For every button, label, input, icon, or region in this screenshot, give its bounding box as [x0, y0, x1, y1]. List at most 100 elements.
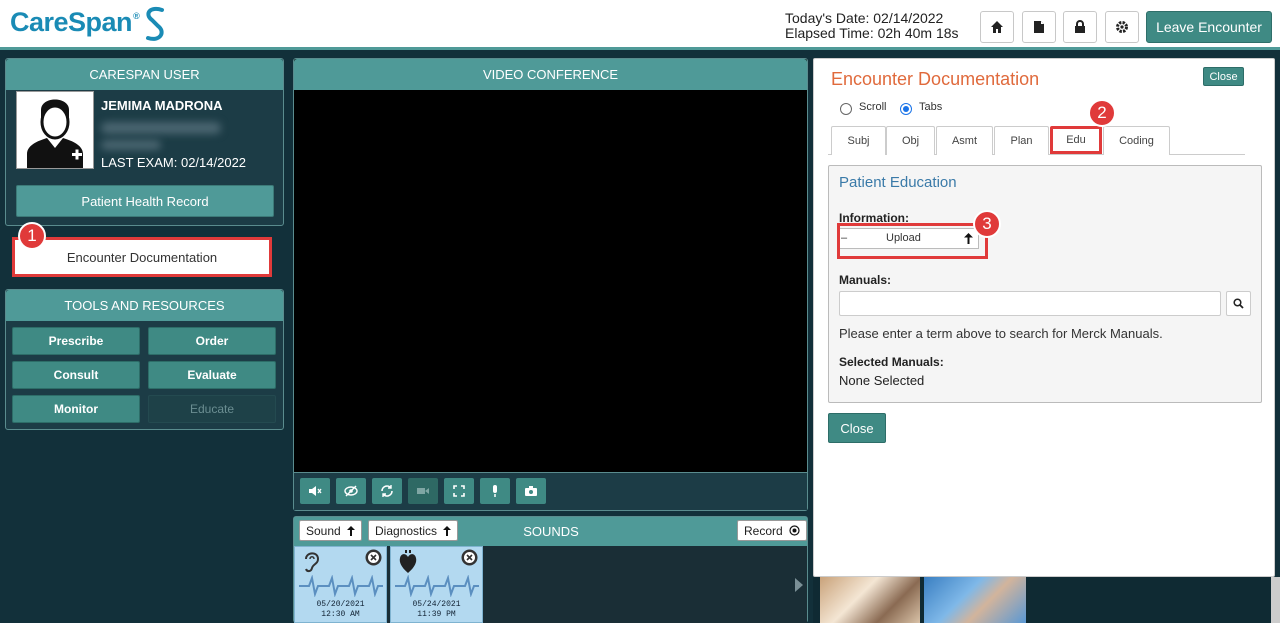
- fullscreen-button[interactable]: [444, 478, 474, 504]
- document-icon: [1034, 21, 1044, 33]
- tab-obj[interactable]: Obj: [886, 126, 935, 155]
- modal-close-button[interactable]: Close: [1203, 67, 1244, 86]
- manuals-hint: Please enter a term above to search for …: [839, 326, 1163, 341]
- tab-subj[interactable]: Subj: [831, 126, 886, 155]
- fullscreen-icon: [453, 485, 465, 497]
- remove-icon[interactable]: [461, 549, 478, 566]
- scroll-label: Scroll: [859, 101, 887, 113]
- snapshot-icon: [525, 486, 537, 496]
- camera-icon: [417, 488, 429, 494]
- upload-highlight: [837, 223, 988, 259]
- lock-icon: [1075, 20, 1085, 33]
- arrow-up-icon: [346, 525, 355, 536]
- selected-manuals-label: Selected Manuals:: [839, 355, 944, 369]
- tab-edu[interactable]: Edu: [1050, 126, 1102, 154]
- ear-icon: [305, 552, 320, 573]
- tools-panel-title: TOOLS AND RESOURCES: [6, 290, 283, 321]
- logo-text: CareSpan: [10, 7, 133, 37]
- tabs-label: Tabs: [919, 101, 943, 113]
- gear-icon: [1116, 21, 1128, 33]
- sound-card[interactable]: 05/24/2021 11:39 PM: [390, 546, 483, 623]
- sound-time: 12:30 AM: [321, 610, 360, 619]
- sound-dropdown[interactable]: Sound: [299, 520, 362, 541]
- participant-thumbnail[interactable]: [924, 577, 1026, 623]
- diagnostics-label: Diagnostics: [375, 523, 438, 538]
- leave-encounter-button[interactable]: Leave Encounter: [1146, 11, 1272, 43]
- patient-health-record-button[interactable]: Patient Health Record: [16, 185, 274, 217]
- tab-coding[interactable]: Coding: [1103, 126, 1170, 155]
- waveform-icon: [299, 575, 383, 597]
- video-panel-title: VIDEO CONFERENCE: [294, 59, 807, 90]
- encounter-documentation-button[interactable]: Encounter Documentation: [12, 237, 272, 277]
- arrow-up-icon: [443, 525, 452, 536]
- snapshot-button[interactable]: [516, 478, 546, 504]
- manuals-search-button[interactable]: [1226, 291, 1251, 316]
- bottom-close-button[interactable]: Close: [828, 413, 886, 443]
- settings-button[interactable]: [1105, 11, 1139, 43]
- tools-panel: TOOLS AND RESOURCES Prescribe Order Cons…: [5, 289, 284, 430]
- scroll-radio[interactable]: [840, 103, 852, 115]
- redacted-info: [101, 122, 221, 134]
- home-icon: [991, 21, 1003, 33]
- record-icon: [789, 525, 800, 536]
- microphone-button[interactable]: [480, 478, 510, 504]
- modal-title: Encounter Documentation: [831, 69, 1040, 89]
- microphone-icon: [493, 485, 497, 497]
- redacted-info: [101, 140, 161, 150]
- refresh-button[interactable]: [372, 478, 402, 504]
- user-silhouette-icon: [27, 99, 83, 168]
- heart-icon: [399, 550, 417, 573]
- remove-icon[interactable]: [365, 549, 382, 566]
- user-panel-title: CARESPAN USER: [6, 59, 283, 90]
- scrollbar[interactable]: [1271, 577, 1280, 623]
- patient-education-section: Patient Education Information: – Upload …: [828, 165, 1262, 403]
- lock-button[interactable]: [1063, 11, 1097, 43]
- sound-time: 11:39 PM: [417, 610, 456, 619]
- educate-button: Educate: [148, 395, 276, 423]
- monitor-button[interactable]: Monitor: [12, 395, 140, 423]
- selected-manuals-value: None Selected: [839, 373, 925, 388]
- document-button[interactable]: [1022, 11, 1056, 43]
- last-exam: LAST EXAM: 02/14/2022: [101, 155, 246, 170]
- chevron-right-icon[interactable]: [795, 578, 803, 592]
- record-button[interactable]: Record: [737, 520, 807, 541]
- sounds-title: SOUNDS: [523, 524, 579, 539]
- camera-button[interactable]: [408, 478, 438, 504]
- manuals-search-input[interactable]: [839, 291, 1221, 316]
- tabs-radio[interactable]: [900, 103, 912, 115]
- evaluate-button[interactable]: Evaluate: [148, 361, 276, 389]
- carespan-logo: CareSpan®: [10, 7, 140, 38]
- top-bar: CareSpan® Today's Date: 02/14/2022 Elaps…: [0, 0, 1280, 50]
- section-title: Patient Education: [839, 174, 957, 191]
- sound-date: 05/20/2021: [316, 600, 365, 609]
- home-button[interactable]: [980, 11, 1014, 43]
- last-exam-label: LAST EXAM:: [101, 155, 178, 170]
- sound-date: 05/24/2021: [412, 600, 461, 609]
- todays-date: Today's Date: 02/14/2022: [785, 10, 944, 26]
- mute-button[interactable]: [300, 478, 330, 504]
- participant-thumbnail[interactable]: [820, 577, 920, 623]
- waveform-icon: [395, 575, 479, 597]
- callout-badge-2: 2: [1088, 99, 1116, 127]
- manuals-label: Manuals:: [839, 273, 892, 287]
- carespan-s-icon: [146, 7, 164, 41]
- mute-icon: [309, 486, 322, 496]
- sound-card[interactable]: 05/20/2021 12:30 AM: [294, 546, 387, 623]
- elapsed-time: Elapsed Time: 02h 40m 18s: [785, 25, 959, 41]
- tab-asmt[interactable]: Asmt: [936, 126, 993, 155]
- user-panel: CARESPAN USER JEMIMA MADRONA LAST EXAM: …: [5, 58, 284, 226]
- prescribe-button[interactable]: Prescribe: [12, 327, 140, 355]
- last-exam-date: 02/14/2022: [180, 155, 247, 170]
- order-button[interactable]: Order: [148, 327, 276, 355]
- tab-plan[interactable]: Plan: [994, 126, 1049, 155]
- hide-video-icon: [344, 485, 358, 497]
- search-icon: [1233, 298, 1244, 309]
- avatar: [16, 91, 94, 169]
- record-label: Record: [744, 523, 783, 538]
- patient-name: JEMIMA MADRONA: [101, 98, 223, 113]
- diagnostics-dropdown[interactable]: Diagnostics: [368, 520, 459, 541]
- hide-video-button[interactable]: [336, 478, 366, 504]
- consult-button[interactable]: Consult: [12, 361, 140, 389]
- video-controls-bar: [294, 472, 807, 510]
- encounter-documentation-modal: Encounter Documentation Close Scroll Tab…: [813, 58, 1275, 577]
